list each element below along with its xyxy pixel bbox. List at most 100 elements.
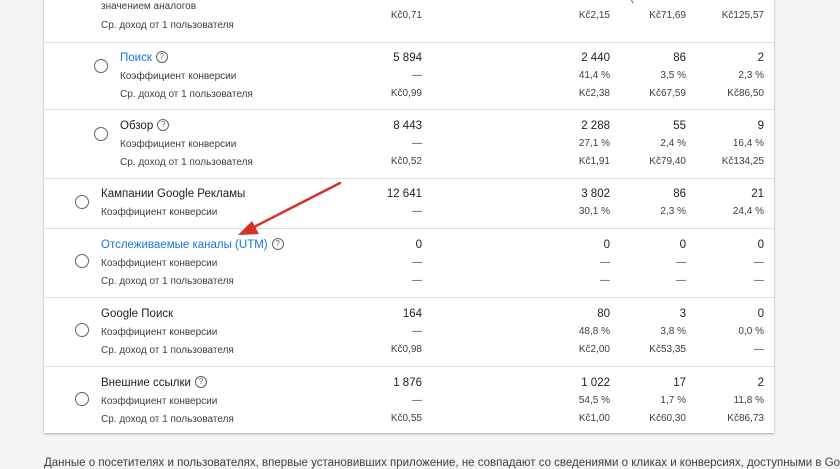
main-value: 21 bbox=[751, 188, 764, 200]
metric-value: — bbox=[412, 395, 422, 406]
metric-value: 27,1 % bbox=[578, 138, 610, 149]
metric-value: Kč125,57 bbox=[721, 10, 764, 21]
radio-button-icon[interactable] bbox=[94, 59, 108, 73]
help-circle-icon[interactable]: ? bbox=[271, 238, 284, 250]
metric-label: Коэффициент конверсии bbox=[101, 258, 218, 269]
main-value: 9 bbox=[757, 120, 764, 132]
main-value: 0 bbox=[757, 239, 764, 251]
metric-value: Kč0,98 bbox=[390, 344, 422, 355]
metric-value: — bbox=[412, 70, 422, 81]
metric-label: Коэффициент конверсии bbox=[101, 207, 218, 218]
main-value: 5 894 bbox=[393, 52, 422, 64]
metric-value: Kč0,99 bbox=[390, 88, 422, 99]
metric-value: — bbox=[412, 257, 422, 268]
table-row-utm[interactable]: Отслеживаемые каналы (UTM)? Коэффициент … bbox=[44, 228, 774, 298]
main-value: 164 bbox=[402, 308, 422, 320]
main-value: 3 802 bbox=[581, 188, 610, 200]
main-value: 12 641 bbox=[386, 188, 422, 200]
metric-value: Kč1,00 bbox=[578, 413, 610, 424]
table-row-search[interactable]: Поиск? Коэффициент конверсии Ср. доход о… bbox=[44, 42, 774, 110]
metric-value: Kč67,59 bbox=[649, 88, 686, 99]
metric-value: Kč60,30 bbox=[649, 413, 686, 424]
metric-value: Kč2,15 bbox=[578, 10, 610, 21]
radio-button-icon[interactable] bbox=[75, 323, 89, 337]
row-title-google-search: Google Поиск bbox=[101, 308, 174, 320]
main-value: 2 288 bbox=[581, 120, 610, 132]
metric-value: Kč0,52 bbox=[390, 156, 422, 167]
row-title-google-ads: Кампании Google Рекламы bbox=[101, 188, 246, 200]
metric-label: Коэффициент конверсии bbox=[101, 327, 218, 338]
metric-value: Kč86,50 bbox=[727, 88, 764, 99]
metric-label: Ср. доход от 1 пользователя bbox=[101, 345, 234, 356]
metric-label: Коэффициент конверсии bbox=[120, 71, 237, 82]
metric-value: — bbox=[754, 257, 764, 268]
table-row-external[interactable]: Внешние ссылки? Коэффициент конверсии Ср… bbox=[44, 366, 774, 434]
metric-value: 2,4 % bbox=[660, 138, 686, 149]
main-value: 8 443 bbox=[393, 120, 422, 132]
metric-value: Kč1,91 bbox=[578, 156, 610, 167]
main-value: 0 bbox=[603, 239, 610, 251]
main-value: 86 bbox=[673, 188, 686, 200]
main-value: 0 bbox=[757, 308, 764, 320]
table-row-google-search[interactable]: Google Поиск Коэффициент конверсии Ср. д… bbox=[44, 297, 774, 367]
acquisition-table-card: ( значением аналогов Ср. доход от 1 поль… bbox=[44, 0, 774, 433]
metric-value: 2,3 % bbox=[738, 70, 764, 81]
metric-value: Kč0,55 bbox=[390, 413, 422, 424]
row-title-utm[interactable]: Отслеживаемые каналы (UTM)? bbox=[101, 238, 284, 251]
metric-value: — bbox=[412, 326, 422, 337]
metric-value: 41,4 % bbox=[578, 70, 610, 81]
metric-value: Kč79,40 bbox=[649, 156, 686, 167]
main-value: 3 bbox=[679, 308, 686, 320]
metric-value: — bbox=[600, 275, 610, 286]
metric-value: Kč53,35 bbox=[649, 344, 686, 355]
main-value: 2 440 bbox=[581, 52, 610, 64]
main-value: 2 bbox=[757, 52, 764, 64]
help-circle-icon[interactable]: ? bbox=[157, 119, 170, 131]
metric-value: Kč134,25 bbox=[721, 156, 764, 167]
metric-value: — bbox=[412, 275, 422, 286]
main-value: 55 bbox=[673, 120, 686, 132]
metric-label: Коэффициент конверсии bbox=[101, 396, 218, 407]
metric-value: 3,5 % bbox=[660, 70, 686, 81]
row-title-external: Внешние ссылки? bbox=[101, 376, 207, 389]
metric-value: — bbox=[676, 275, 686, 286]
metric-label: Ср. доход от 1 пользователя bbox=[101, 276, 234, 287]
radio-button-icon[interactable] bbox=[94, 127, 108, 141]
radio-button-icon[interactable] bbox=[75, 254, 89, 268]
metric-value: 0,0 % bbox=[738, 326, 764, 337]
metric-value: 3,8 % bbox=[660, 326, 686, 337]
metric-value: 11,8 % bbox=[733, 395, 764, 406]
metric-value: Kč0,71 bbox=[390, 10, 422, 21]
row-title-search[interactable]: Поиск? bbox=[120, 51, 168, 64]
radio-button-icon[interactable] bbox=[75, 392, 89, 406]
radio-button-icon[interactable] bbox=[75, 195, 89, 209]
metric-value: — bbox=[754, 275, 764, 286]
metric-value: — bbox=[412, 206, 422, 217]
metric-value: — bbox=[754, 344, 764, 355]
row-title-analog: значением аналогов bbox=[101, 1, 196, 12]
metric-value: — bbox=[600, 257, 610, 268]
main-value: 0 bbox=[679, 239, 686, 251]
table-row-google-ads[interactable]: Кампании Google Рекламы Коэффициент конв… bbox=[44, 178, 774, 229]
main-value: 0 bbox=[415, 239, 422, 251]
main-value: 17 bbox=[673, 377, 686, 389]
table-row-overview[interactable]: Обзор? Коэффициент конверсии Ср. доход о… bbox=[44, 109, 774, 179]
main-value: 1 876 bbox=[393, 377, 422, 389]
metric-label: Ср. доход от 1 пользователя bbox=[120, 157, 253, 168]
metric-value: — bbox=[412, 138, 422, 149]
main-value: 86 bbox=[673, 52, 686, 64]
metric-value: 48,8 % bbox=[578, 326, 610, 337]
metric-value: Kč2,00 bbox=[578, 344, 610, 355]
help-circle-icon[interactable]: ? bbox=[155, 51, 168, 63]
metric-value: 30,1 % bbox=[578, 206, 610, 217]
metric-value: Kč71,69 bbox=[649, 10, 686, 21]
main-value: 1 022 bbox=[581, 377, 610, 389]
main-value: 80 bbox=[597, 308, 610, 320]
help-circle-icon[interactable]: ? bbox=[194, 376, 207, 388]
metric-value: 2,3 % bbox=[660, 206, 686, 217]
metric-label: Коэффициент конверсии bbox=[120, 139, 237, 150]
metric-value: — bbox=[676, 257, 686, 268]
row-title-overview: Обзор? bbox=[120, 119, 170, 132]
metric-label: Ср. доход от 1 пользователя bbox=[120, 89, 253, 100]
metric-value: 1,7 % bbox=[660, 395, 686, 406]
